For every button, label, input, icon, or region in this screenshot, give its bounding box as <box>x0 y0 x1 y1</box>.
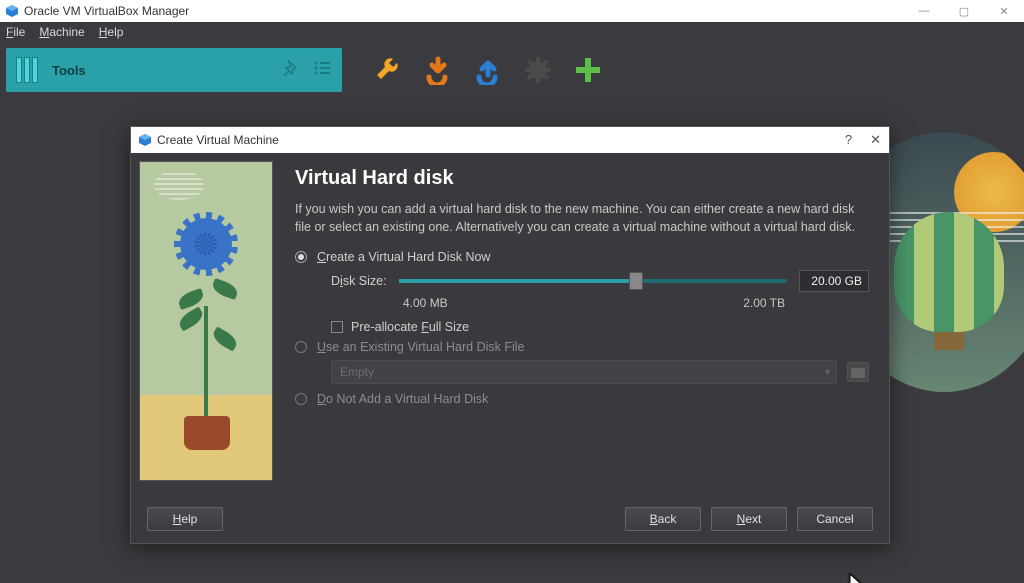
radio-icon <box>295 393 307 405</box>
chevron-down-icon: ▾ <box>825 367 830 378</box>
option-no-disk[interactable]: Do Not Add a Virtual Hard Disk <box>295 392 869 406</box>
disk-size-input[interactable]: 20.00 GB <box>799 270 869 292</box>
tools-label: Tools <box>52 63 86 78</box>
menu-file[interactable]: File <box>6 25 25 39</box>
dialog-help-icon[interactable]: ? <box>845 132 852 148</box>
app-title: Oracle VM VirtualBox Manager <box>24 4 189 18</box>
disk-size-label: Disk Size: <box>331 274 387 288</box>
gear-icon[interactable] <box>520 52 556 88</box>
page-description: If you wish you can add a virtual hard d… <box>295 200 869 236</box>
main-toolbar <box>370 48 606 92</box>
menu-machine[interactable]: Machine <box>39 25 84 39</box>
cancel-button[interactable]: Cancel <box>797 507 873 531</box>
option-none-label: Do Not Add a Virtual Hard Disk <box>317 392 488 406</box>
option-create-disk[interactable]: Create a Virtual Hard Disk Now <box>295 250 869 264</box>
app-titlebar: Oracle VM VirtualBox Manager — ▢ ✕ <box>0 0 1024 22</box>
cursor-icon <box>849 573 863 583</box>
new-vm-icon[interactable] <box>570 52 606 88</box>
radio-icon <box>295 341 307 353</box>
disk-size-slider[interactable] <box>399 271 787 291</box>
back-button[interactable]: Back <box>625 507 701 531</box>
minimize-button[interactable]: — <box>904 0 944 22</box>
preferences-icon[interactable] <box>370 52 406 88</box>
menu-help[interactable]: Help <box>99 25 124 39</box>
dialog-close-icon[interactable]: ✕ <box>870 132 881 148</box>
virtualbox-icon <box>6 5 18 17</box>
dialog-content: Virtual Hard disk If you wish you can ad… <box>281 153 889 495</box>
disk-size-block: Disk Size: 20.00 GB 4.00 MB 2.00 TB <box>331 270 869 310</box>
import-icon[interactable] <box>420 52 456 88</box>
next-button[interactable]: Next <box>711 507 787 531</box>
preallocate-label: Pre-allocate Full Size <box>351 320 469 334</box>
option-existing-label: Use an Existing Virtual Hard Disk File <box>317 340 525 354</box>
checkbox-icon <box>331 321 343 333</box>
virtualbox-manager-window: Oracle VM VirtualBox Manager — ▢ ✕ File … <box>0 0 1024 583</box>
main-area: Tools <box>0 42 1024 583</box>
page-heading: Virtual Hard disk <box>295 167 869 190</box>
create-vm-dialog: Create Virtual Machine ? ✕ <box>130 126 890 544</box>
close-button[interactable]: ✕ <box>984 0 1024 22</box>
menubar: File Machine Help <box>0 22 1024 42</box>
virtualbox-icon <box>139 134 151 146</box>
tools-panel[interactable]: Tools <box>6 48 342 92</box>
dialog-title: Create Virtual Machine <box>157 133 279 147</box>
browse-disk-button <box>847 362 869 382</box>
tools-icon <box>16 57 38 83</box>
export-icon[interactable] <box>470 52 506 88</box>
maximize-button[interactable]: ▢ <box>944 0 984 22</box>
option-existing-disk[interactable]: Use an Existing Virtual Hard Disk File <box>295 340 869 354</box>
pin-icon[interactable] <box>282 58 302 83</box>
dialog-sidebar <box>131 153 281 495</box>
existing-disk-combo: Empty ▾ <box>331 360 837 384</box>
help-button[interactable]: Help <box>147 507 223 531</box>
disk-size-min: 4.00 MB <box>403 296 448 310</box>
disk-size-max: 2.00 TB <box>743 296 785 310</box>
slider-handle[interactable] <box>629 272 643 290</box>
list-icon[interactable] <box>312 58 332 83</box>
dialog-footer: Help Back Next Cancel <box>131 495 889 543</box>
wizard-illustration <box>139 161 273 481</box>
dialog-titlebar: Create Virtual Machine ? ✕ <box>131 127 889 153</box>
preallocate-checkbox-row[interactable]: Pre-allocate Full Size <box>331 320 869 334</box>
radio-icon <box>295 251 307 263</box>
option-create-label: Create a Virtual Hard Disk Now <box>317 250 490 264</box>
